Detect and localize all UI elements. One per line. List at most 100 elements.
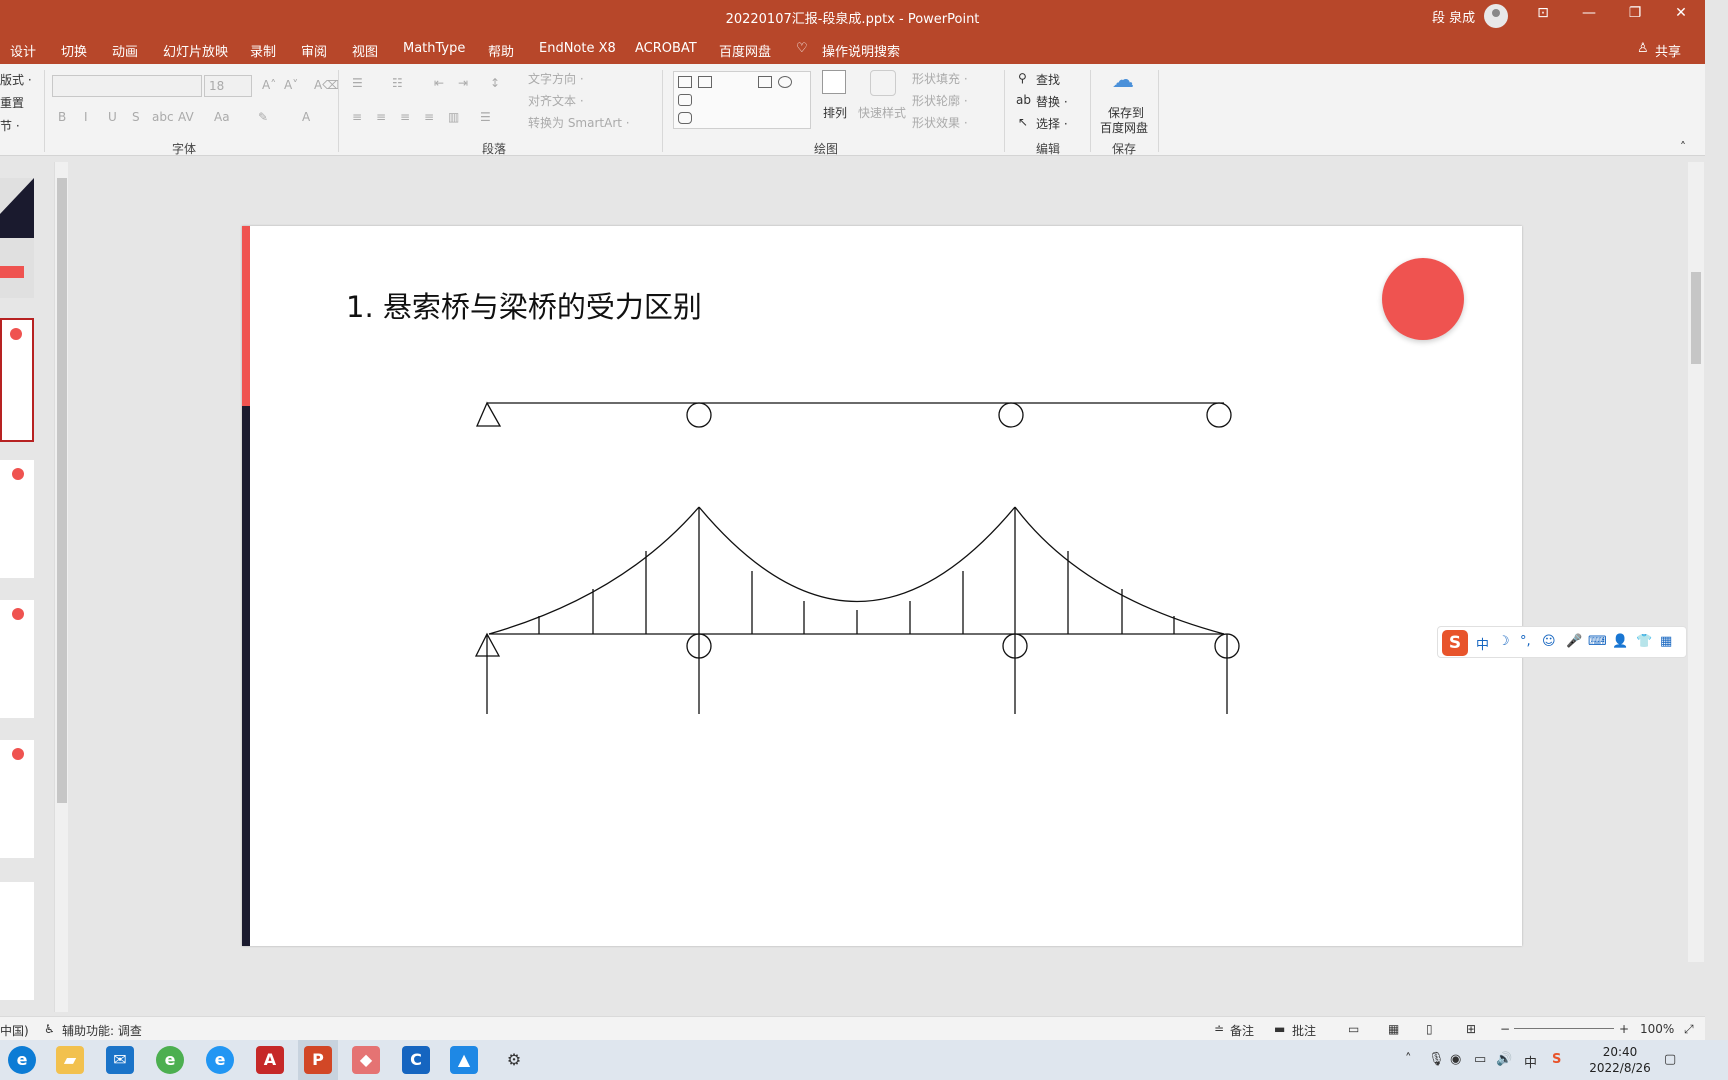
slide-sorter-icon[interactable]: ▦: [1388, 1022, 1399, 1036]
layout-button[interactable]: 版式 ·: [0, 71, 32, 88]
zoom-in-button[interactable]: +: [1619, 1022, 1629, 1036]
shape-effects-button[interactable]: 形状效果 ·: [912, 114, 968, 131]
shape-outline-button[interactable]: 形状轮廓 ·: [912, 92, 968, 109]
emoji-icon[interactable]: ☺: [1542, 634, 1556, 649]
columns-icon[interactable]: ▥: [448, 110, 459, 124]
file-explorer-icon[interactable]: ▰: [56, 1046, 84, 1074]
freeform-shape[interactable]: [678, 112, 692, 124]
quick-styles-button[interactable]: 快速样式: [858, 104, 906, 121]
ime-toolbar[interactable]: S 中 ☽ °, ☺ 🎤 ⌨ 👤 👕 ▦: [1437, 626, 1687, 658]
convert-smartart-button[interactable]: 转换为 SmartArt ·: [528, 114, 630, 131]
normal-view-icon[interactable]: ▭: [1348, 1022, 1359, 1036]
shapes-gallery[interactable]: [673, 71, 811, 129]
slide-thumbnail-3[interactable]: [0, 460, 34, 578]
bold-button[interactable]: B: [58, 110, 66, 124]
bridge-diagram[interactable]: [242, 226, 1522, 946]
select-button[interactable]: 选择 ·: [1036, 115, 1068, 132]
tab-design[interactable]: 设计: [10, 41, 36, 60]
font-size-input[interactable]: 18: [204, 75, 252, 97]
tab-view[interactable]: 视图: [352, 41, 378, 60]
app-icon[interactable]: ◆: [352, 1046, 380, 1074]
slide-canvas[interactable]: 1. 悬索桥与梁桥的受力区别: [242, 226, 1522, 946]
punctuation-icon[interactable]: °,: [1520, 634, 1531, 649]
baidu-cloud-icon[interactable]: ☁: [1112, 68, 1134, 93]
tab-transitions[interactable]: 切换: [61, 41, 87, 60]
shrink-font-icon[interactable]: A˅: [284, 78, 298, 92]
align-left-icon[interactable]: ≡: [352, 110, 362, 124]
accessibility-status[interactable]: 辅助功能: 调查: [62, 1022, 142, 1039]
slide-thumbnail-1[interactable]: [0, 178, 34, 298]
share-button[interactable]: 共享: [1655, 41, 1681, 60]
increase-indent-icon[interactable]: ⇥: [458, 76, 468, 90]
vertical-textbox-shape[interactable]: [698, 76, 712, 88]
slide-thumbnail-4[interactable]: [0, 600, 34, 718]
zoom-slider[interactable]: [1514, 1028, 1614, 1029]
ime-tray-label[interactable]: 中: [1524, 1052, 1537, 1071]
shape-fill-button[interactable]: 形状填充 ·: [912, 70, 968, 87]
network-icon[interactable]: ▭: [1474, 1052, 1486, 1067]
oval-shape[interactable]: [778, 76, 792, 88]
user-icon[interactable]: 👤: [1612, 634, 1628, 649]
sogou-logo-icon[interactable]: S: [1442, 630, 1468, 656]
microphone-icon[interactable]: 🎤: [1566, 634, 1582, 649]
slide-thumbnail-6[interactable]: [0, 882, 34, 1000]
restore-button[interactable]: ❐: [1620, 5, 1650, 21]
font-color-button[interactable]: A: [302, 110, 310, 124]
slide-thumbnail-5[interactable]: [0, 740, 34, 858]
fit-slide-icon[interactable]: ⤢: [1684, 1022, 1694, 1037]
slideshow-icon[interactable]: ⊞: [1466, 1022, 1476, 1036]
highlight-icon[interactable]: ✎: [258, 110, 268, 124]
textbox-shape[interactable]: [678, 76, 692, 88]
ie-icon[interactable]: e: [206, 1046, 234, 1074]
toolbox-icon[interactable]: ▦: [1660, 634, 1672, 649]
reading-view-icon[interactable]: ▯: [1426, 1022, 1433, 1036]
volume-icon[interactable]: 🔊: [1496, 1052, 1512, 1067]
change-case-button[interactable]: Aa: [214, 110, 230, 124]
powerpoint-icon[interactable]: P: [304, 1046, 332, 1074]
find-button[interactable]: 查找: [1036, 71, 1060, 88]
avatar[interactable]: [1484, 4, 1508, 28]
shadow-button[interactable]: S: [132, 110, 140, 124]
replace-button[interactable]: 替换 ·: [1036, 93, 1068, 110]
ime-chinese-toggle[interactable]: 中: [1476, 634, 1489, 653]
comments-button[interactable]: 批注: [1292, 1022, 1316, 1039]
zoom-out-button[interactable]: −: [1500, 1022, 1510, 1036]
keyboard-icon[interactable]: ⌨: [1588, 634, 1607, 649]
strikethrough-button[interactable]: abc: [152, 110, 174, 124]
text-direction-button[interactable]: 文字方向 ·: [528, 70, 584, 87]
ribbon-display-icon[interactable]: ⊡: [1528, 5, 1558, 21]
slide-thumbnail-2[interactable]: [0, 318, 34, 442]
numbering-icon[interactable]: ☷: [392, 76, 403, 90]
tab-baidu[interactable]: 百度网盘: [719, 41, 771, 60]
tab-help[interactable]: 帮助: [488, 41, 514, 60]
microphone-icon[interactable]: 🎙: [1428, 1052, 1445, 1067]
photos-icon[interactable]: ▲: [450, 1046, 478, 1074]
reset-button[interactable]: 重置: [0, 94, 24, 111]
section-button[interactable]: 节 ·: [0, 117, 20, 134]
tab-animations[interactable]: 动画: [112, 41, 138, 60]
tab-acrobat[interactable]: ACROBAT: [635, 41, 697, 56]
clock[interactable]: 20:40 2022/8/26: [1580, 1044, 1660, 1076]
scrollbar-thumb[interactable]: [1691, 272, 1701, 364]
thumbnail-scrollbar[interactable]: [54, 162, 68, 1012]
arrange-icon[interactable]: [822, 70, 846, 94]
quick-styles-icon[interactable]: [870, 70, 896, 96]
clear-format-icon[interactable]: A⌫: [314, 78, 339, 92]
bullets-icon[interactable]: ☰: [352, 76, 363, 90]
rounded-rect-shape[interactable]: [678, 94, 692, 106]
close-button[interactable]: ✕: [1666, 5, 1696, 21]
edge-icon[interactable]: e: [8, 1046, 36, 1074]
zoom-level[interactable]: 100%: [1640, 1022, 1674, 1036]
italic-button[interactable]: I: [84, 110, 88, 124]
underline-button[interactable]: U: [108, 110, 117, 124]
chevron-up-icon[interactable]: ˄: [1405, 1052, 1412, 1067]
browser-icon[interactable]: e: [156, 1046, 184, 1074]
notes-button[interactable]: 备注: [1230, 1022, 1254, 1039]
qq-icon[interactable]: ◉: [1450, 1052, 1461, 1067]
tab-mathtype[interactable]: MathType: [403, 41, 465, 56]
language-status[interactable]: 中国): [0, 1022, 29, 1039]
skin-icon[interactable]: 👕: [1636, 634, 1652, 649]
mail-icon[interactable]: ✉: [106, 1046, 134, 1074]
baidu-pan-label[interactable]: 百度网盘: [1100, 119, 1148, 136]
c-app-icon[interactable]: C: [402, 1046, 430, 1074]
